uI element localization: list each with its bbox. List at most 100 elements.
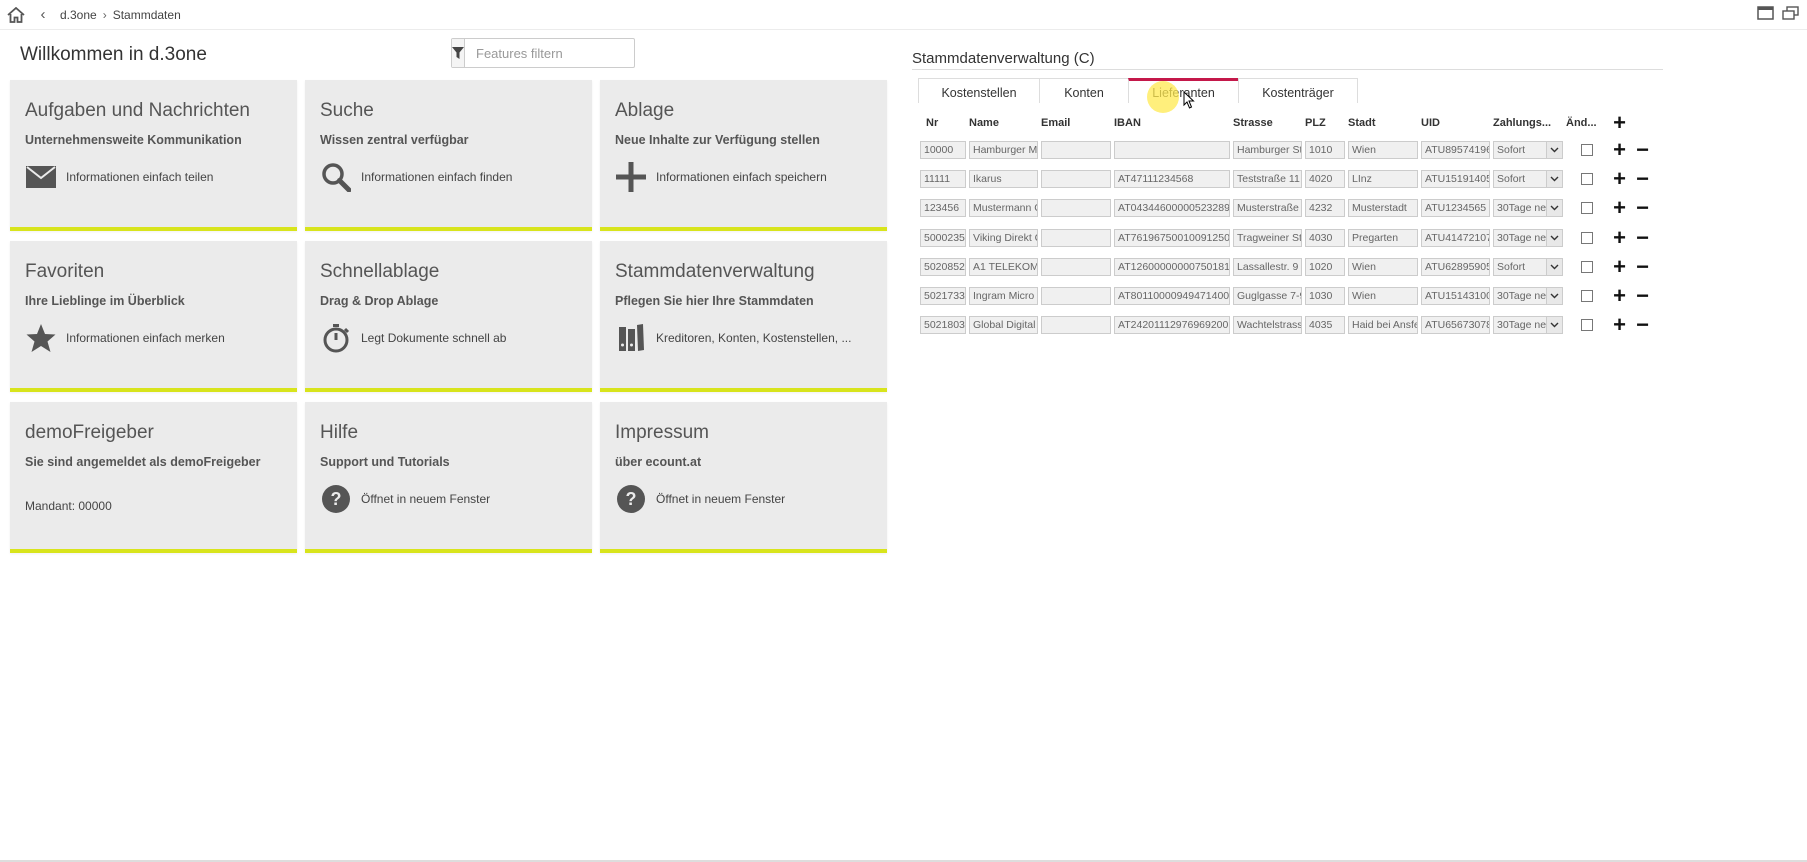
stadt-field[interactable]: Wien bbox=[1348, 140, 1418, 159]
feature-filter-input[interactable] bbox=[465, 39, 663, 67]
zahlung-select[interactable]: 30Tage ne bbox=[1493, 228, 1563, 247]
tab-kostenstellen[interactable]: Kostenstellen bbox=[918, 78, 1039, 103]
email-field[interactable] bbox=[1041, 199, 1111, 218]
tile-ablage[interactable]: Ablage Neue Inhalte zur Verfügung stelle… bbox=[600, 80, 887, 231]
remove-row-button[interactable]: − bbox=[1631, 255, 1654, 277]
email-field[interactable] bbox=[1041, 169, 1111, 188]
strasse-field[interactable]: Tragweiner St: bbox=[1233, 228, 1302, 247]
changed-checkbox[interactable] bbox=[1581, 290, 1593, 303]
strasse-field[interactable]: Lassallestr. 9 bbox=[1233, 257, 1302, 276]
iban-field[interactable]: AT80110000949471400 bbox=[1114, 287, 1230, 306]
remove-row-button[interactable]: − bbox=[1631, 138, 1654, 160]
stadt-field[interactable]: Wien bbox=[1348, 287, 1418, 306]
uid-field[interactable]: ATU15143100 bbox=[1421, 287, 1490, 306]
tile-favoriten[interactable]: Favoriten Ihre Lieblinge im Überblick In… bbox=[10, 241, 297, 392]
stadt-field[interactable]: Haid bei Ansfe bbox=[1348, 316, 1418, 335]
name-field[interactable]: Ikarus bbox=[969, 169, 1038, 188]
plz-field[interactable]: 1030 bbox=[1305, 287, 1345, 306]
chevron-down-icon[interactable] bbox=[1546, 200, 1562, 217]
changed-checkbox[interactable] bbox=[1581, 143, 1593, 156]
name-field[interactable]: A1 TELEKOM A bbox=[969, 257, 1038, 276]
remove-row-button[interactable]: − bbox=[1631, 167, 1654, 189]
iban-field[interactable] bbox=[1114, 140, 1230, 159]
chevron-down-icon[interactable] bbox=[1546, 170, 1562, 187]
plz-field[interactable]: 4020 bbox=[1305, 169, 1345, 188]
email-field[interactable] bbox=[1041, 140, 1111, 159]
chevron-down-icon[interactable] bbox=[1546, 258, 1562, 275]
chevron-down-icon[interactable] bbox=[1546, 317, 1562, 334]
uid-field[interactable]: ATU41472107 bbox=[1421, 228, 1490, 247]
tab-kostentraeger[interactable]: Kostenträger bbox=[1238, 78, 1358, 103]
uid-field[interactable]: ATU62895905 bbox=[1421, 257, 1490, 276]
name-field[interactable]: Ingram Micro ( bbox=[969, 287, 1038, 306]
changed-checkbox[interactable] bbox=[1581, 231, 1593, 244]
stadt-field[interactable]: LInz bbox=[1348, 169, 1418, 188]
nr-field[interactable]: 5021733 bbox=[920, 287, 966, 306]
plz-field[interactable]: 1010 bbox=[1305, 140, 1345, 159]
email-field[interactable] bbox=[1041, 228, 1111, 247]
nr-field[interactable]: 11111 bbox=[920, 169, 966, 188]
tile-aufgaben[interactable]: Aufgaben und Nachrichten Unternehmenswei… bbox=[10, 80, 297, 231]
iban-field[interactable]: AT12600000000750181 bbox=[1114, 257, 1230, 276]
nr-field[interactable]: 123456 bbox=[920, 199, 966, 218]
add-row-button[interactable]: + bbox=[1608, 314, 1631, 336]
add-row-button[interactable]: + bbox=[1608, 138, 1631, 160]
iban-field[interactable]: AT04344600000523289 bbox=[1114, 199, 1230, 218]
remove-row-button[interactable]: − bbox=[1631, 226, 1654, 248]
name-field[interactable]: Hamburger M: bbox=[969, 140, 1038, 159]
chevron-down-icon[interactable] bbox=[1546, 141, 1562, 158]
email-field[interactable] bbox=[1041, 287, 1111, 306]
changed-checkbox[interactable] bbox=[1581, 202, 1593, 215]
tile-hilfe[interactable]: Hilfe Support und Tutorials ? Öffnet in … bbox=[305, 402, 592, 553]
plz-field[interactable]: 4030 bbox=[1305, 228, 1345, 247]
breadcrumb-item-stammdaten[interactable]: Stammdaten bbox=[107, 8, 187, 22]
remove-row-button[interactable]: − bbox=[1631, 314, 1654, 336]
plz-field[interactable]: 1020 bbox=[1305, 257, 1345, 276]
add-row-button[interactable]: + bbox=[1608, 111, 1631, 133]
maximize-icon[interactable] bbox=[1757, 6, 1774, 20]
plz-field[interactable]: 4232 bbox=[1305, 199, 1345, 218]
back-button[interactable]: ‹ bbox=[32, 6, 54, 23]
tile-impressum[interactable]: Impressum über ecount.at ? Öffnet in neu… bbox=[600, 402, 887, 553]
zahlung-select[interactable]: 30Tage ne bbox=[1493, 199, 1563, 218]
zahlung-select[interactable]: 30Tage ne bbox=[1493, 287, 1563, 306]
plz-field[interactable]: 4035 bbox=[1305, 316, 1345, 335]
email-field[interactable] bbox=[1041, 257, 1111, 276]
tile-schnellablage[interactable]: Schnellablage Drag & Drop Ablage Legt Do… bbox=[305, 241, 592, 392]
strasse-field[interactable]: Hamburger St: bbox=[1233, 140, 1302, 159]
name-field[interactable]: Global Digital I bbox=[969, 316, 1038, 335]
nr-field[interactable]: 5021803 bbox=[920, 316, 966, 335]
uid-field[interactable]: ATU15191405 bbox=[1421, 169, 1490, 188]
changed-checkbox[interactable] bbox=[1581, 319, 1593, 332]
stadt-field[interactable]: Wien bbox=[1348, 257, 1418, 276]
add-row-button[interactable]: + bbox=[1608, 226, 1631, 248]
add-row-button[interactable]: + bbox=[1608, 255, 1631, 277]
nr-field[interactable]: 5020852 bbox=[920, 257, 966, 276]
tile-stammdatenverwaltung[interactable]: Stammdatenverwaltung Pflegen Sie hier Ih… bbox=[600, 241, 887, 392]
add-row-button[interactable]: + bbox=[1608, 197, 1631, 219]
iban-field[interactable]: AT47111234568 bbox=[1114, 169, 1230, 188]
nr-field[interactable]: 10000 bbox=[920, 140, 966, 159]
name-field[interactable]: Mustermann G bbox=[969, 199, 1038, 218]
filter-button[interactable] bbox=[452, 39, 465, 67]
uid-field[interactable]: ATU1234565 bbox=[1421, 199, 1490, 218]
iban-field[interactable]: AT24201112976969200 bbox=[1114, 316, 1230, 335]
name-field[interactable]: Viking Direkt C bbox=[969, 228, 1038, 247]
changed-checkbox[interactable] bbox=[1581, 172, 1593, 185]
breadcrumb-item-d3one[interactable]: d.3one bbox=[54, 8, 103, 22]
remove-row-button[interactable]: − bbox=[1631, 197, 1654, 219]
remove-row-button[interactable]: − bbox=[1631, 285, 1654, 307]
restore-window-icon[interactable] bbox=[1782, 6, 1799, 20]
strasse-field[interactable]: Wachtelstrasse bbox=[1233, 316, 1302, 335]
chevron-down-icon[interactable] bbox=[1546, 229, 1562, 246]
zahlung-select[interactable]: Sofort bbox=[1493, 257, 1563, 276]
changed-checkbox[interactable] bbox=[1581, 260, 1593, 273]
chevron-down-icon[interactable] bbox=[1546, 288, 1562, 305]
zahlung-select[interactable]: Sofort bbox=[1493, 140, 1563, 159]
strasse-field[interactable]: Musterstraße 1 bbox=[1233, 199, 1302, 218]
uid-field[interactable]: ATU65673078 bbox=[1421, 316, 1490, 335]
zahlung-select[interactable]: 30Tage ne bbox=[1493, 316, 1563, 335]
zahlung-select[interactable]: Sofort bbox=[1493, 169, 1563, 188]
email-field[interactable] bbox=[1041, 316, 1111, 335]
nr-field[interactable]: 5000235 bbox=[920, 228, 966, 247]
